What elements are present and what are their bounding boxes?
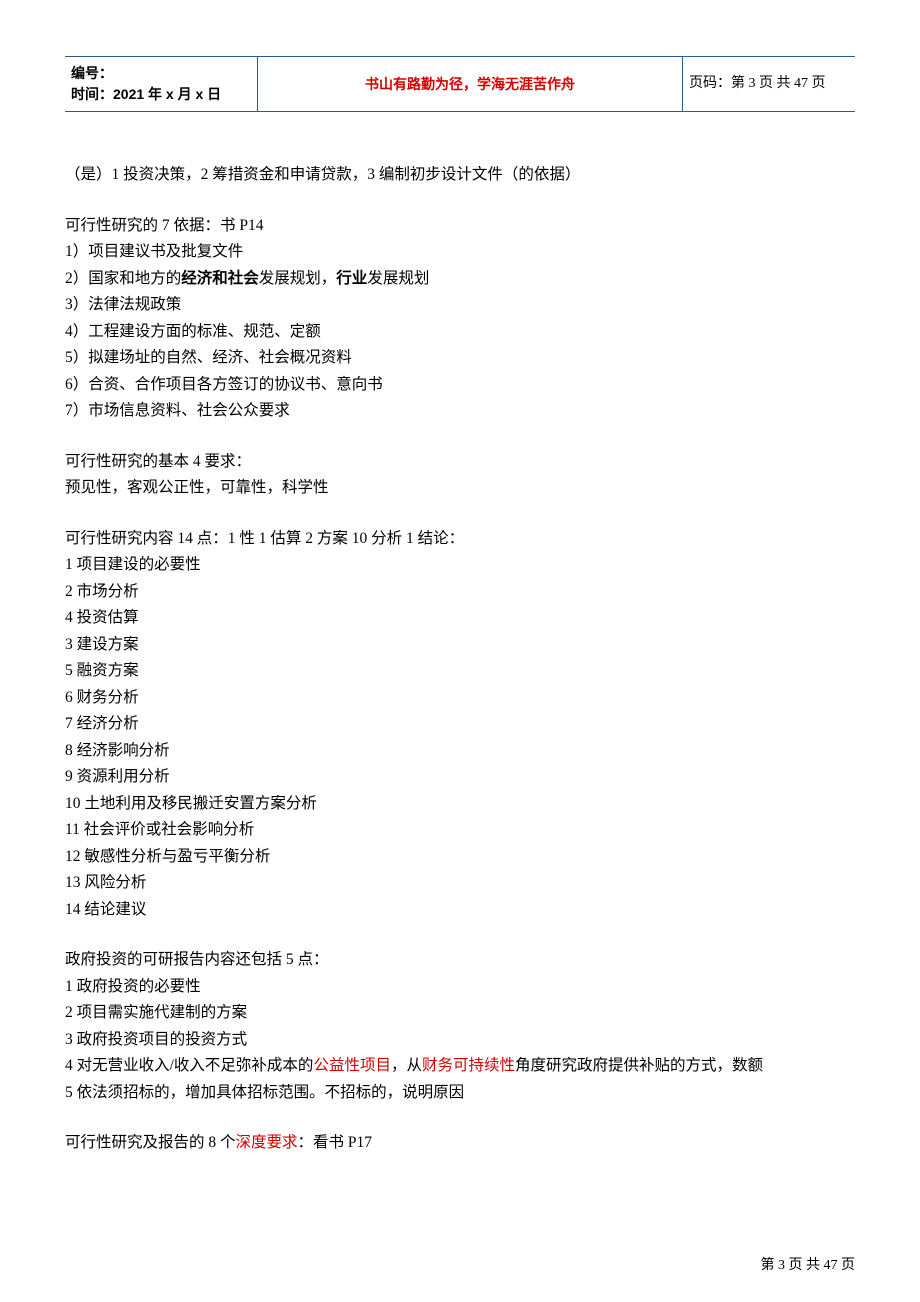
section3-item-2: 2 市场分析	[65, 579, 855, 606]
header-center-cell: 书山有路勤为径，学海无涯苦作舟	[258, 57, 683, 112]
header-right-cell: 页码：第 3 页 共 47 页	[683, 57, 856, 112]
section3-item-13: 13 风险分析	[65, 870, 855, 897]
section1-item-3: 3）法律法规政策	[65, 292, 855, 319]
section4-item-3: 3 政府投资项目的投资方式	[65, 1027, 855, 1054]
bold-text-2: 行业	[336, 270, 367, 287]
section3-item-9: 9 资源利用分析	[65, 764, 855, 791]
red-text-3: 深度要求	[236, 1134, 298, 1151]
section4-item-1: 1 政府投资的必要性	[65, 974, 855, 1001]
section2-title: 可行性研究的基本 4 要求：	[65, 449, 855, 476]
section1-item-1: 1）项目建议书及批复文件	[65, 239, 855, 266]
section3-item-14: 14 结论建议	[65, 897, 855, 924]
section1-item-2: 2）国家和地方的经济和社会发展规划，行业发展规划	[65, 266, 855, 293]
header-page-info: 页码：第 3 页 共 47 页	[689, 76, 826, 91]
section4-item-2: 2 项目需实施代建制的方案	[65, 1000, 855, 1027]
red-text-1: 公益性项目	[313, 1057, 391, 1074]
red-text-2: 财务可持续性	[422, 1057, 515, 1074]
section5-line: 可行性研究及报告的 8 个深度要求：看书 P17	[65, 1130, 855, 1157]
section3-item-1: 1 项目建设的必要性	[65, 552, 855, 579]
document-body: （是）1 投资决策，2 筹措资金和申请贷款，3 编制初步设计文件（的依据） 可行…	[65, 162, 855, 1157]
section4-title: 政府投资的可研报告内容还包括 5 点：	[65, 947, 855, 974]
header-left-cell: 编号： 时间：2021 年 x 月 x 日	[65, 57, 258, 112]
section3-item-12: 12 敏感性分析与盈亏平衡分析	[65, 844, 855, 871]
section3-item-6: 6 财务分析	[65, 685, 855, 712]
header-motto: 书山有路勤为径，学海无涯苦作舟	[365, 76, 575, 92]
intro-line: （是）1 投资决策，2 筹措资金和申请贷款，3 编制初步设计文件（的依据）	[65, 162, 855, 189]
section3-item-7: 7 经济分析	[65, 711, 855, 738]
bold-text-1: 经济和社会	[181, 270, 259, 287]
section3-title: 可行性研究内容 14 点：1 性 1 估算 2 方案 10 分析 1 结论：	[65, 526, 855, 553]
header-id-label: 编号：	[71, 65, 113, 81]
footer-page-number: 第 3 页 共 47 页	[761, 1255, 856, 1277]
header-date: 时间：2021 年 x 月 x 日	[71, 86, 221, 102]
section3-item-11: 11 社会评价或社会影响分析	[65, 817, 855, 844]
section4-item-5: 5 依法须招标的，增加具体招标范围。不招标的，说明原因	[65, 1080, 855, 1107]
section3-item-10: 10 土地利用及移民搬迁安置方案分析	[65, 791, 855, 818]
document-page: 编号： 时间：2021 年 x 月 x 日 书山有路勤为径，学海无涯苦作舟 页码…	[0, 0, 920, 1302]
section3-item-4: 3 建设方案	[65, 632, 855, 659]
section3-item-5: 5 融资方案	[65, 658, 855, 685]
section1-item-5: 5）拟建场址的自然、经济、社会概况资料	[65, 345, 855, 372]
section3-item-3: 4 投资估算	[65, 605, 855, 632]
header-table: 编号： 时间：2021 年 x 月 x 日 书山有路勤为径，学海无涯苦作舟 页码…	[65, 56, 855, 112]
section4-item-4: 4 对无营业收入/收入不足弥补成本的公益性项目，从财务可持续性角度研究政府提供补…	[65, 1053, 855, 1080]
section2-line: 预见性，客观公正性，可靠性，科学性	[65, 475, 855, 502]
section1-item-4: 4）工程建设方面的标准、规范、定额	[65, 319, 855, 346]
section3-item-8: 8 经济影响分析	[65, 738, 855, 765]
section1-item-6: 6）合资、合作项目各方签订的协议书、意向书	[65, 372, 855, 399]
section1-item-7: 7）市场信息资料、社会公众要求	[65, 398, 855, 425]
section1-title: 可行性研究的 7 依据：书 P14	[65, 213, 855, 240]
